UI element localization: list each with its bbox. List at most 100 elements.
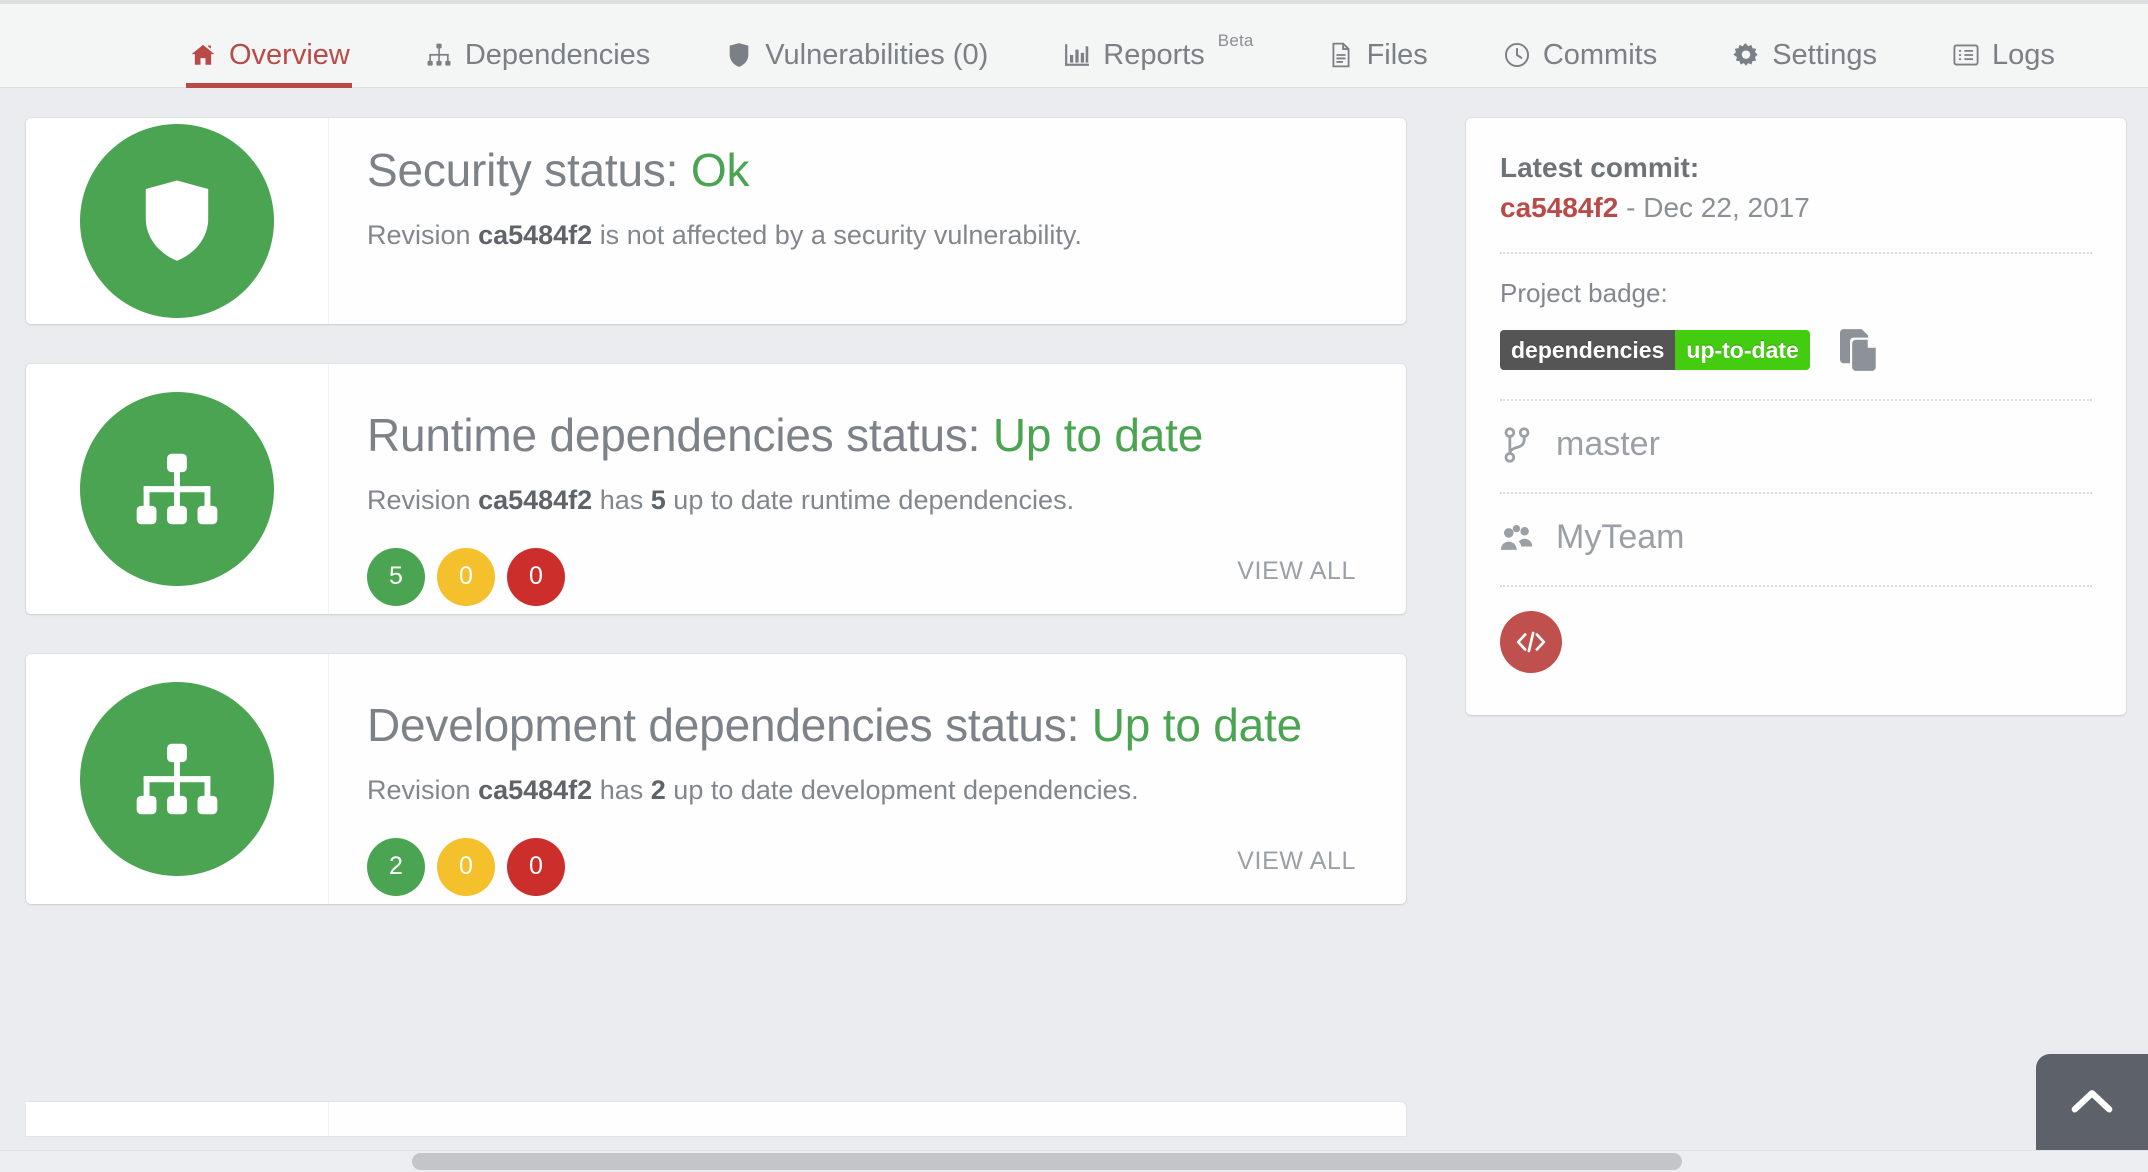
- tab-logs[interactable]: Logs: [1951, 4, 2055, 88]
- runtime-counter-group: 5 0 0: [367, 547, 1352, 606]
- branch-row[interactable]: master: [1500, 425, 2092, 464]
- development-dependencies-card: Development dependencies status: Up to d…: [26, 654, 1406, 904]
- tab-label: Settings: [1772, 38, 1877, 71]
- counter-unsupported[interactable]: 0: [507, 547, 565, 606]
- divider: [1500, 585, 2092, 587]
- commit-date-separator: -: [1618, 192, 1644, 223]
- tab-settings[interactable]: Settings: [1731, 4, 1877, 88]
- card-icon-area: [26, 118, 329, 324]
- development-title-prefix: Development dependencies status:: [367, 699, 1080, 751]
- file-text-icon: [1326, 42, 1356, 68]
- code-branch-icon: [1500, 426, 1534, 463]
- commit-hash-link[interactable]: ca5484f2: [1500, 192, 1618, 223]
- card-icon-area: [26, 654, 329, 904]
- card-body: Security status: Ok Revision ca5484f2 is…: [329, 118, 1406, 324]
- desc-prefix: Revision: [367, 484, 471, 515]
- chevron-up-icon: [2071, 1090, 2113, 1113]
- tab-commits[interactable]: Commits: [1502, 4, 1657, 88]
- beta-badge: Beta: [1217, 31, 1254, 50]
- development-status-value: Up to date: [1091, 699, 1303, 751]
- security-status-description: Revision ca5484f2 is not affected by a s…: [367, 220, 1352, 251]
- tab-vulnerabilities[interactable]: Vulnerabilities (0): [724, 4, 988, 88]
- tab-files[interactable]: Files: [1326, 4, 1428, 88]
- runtime-status-badge: [80, 392, 274, 586]
- next-card-partial: [26, 1102, 1406, 1136]
- revision-hash: ca5484f2: [478, 219, 593, 250]
- divider: [1500, 399, 2092, 401]
- tab-label: Overview: [229, 38, 350, 71]
- runtime-status-description: Revision ca5484f2 has 5 up to date runti…: [367, 485, 1352, 516]
- divider: [1500, 492, 2092, 494]
- page-content: Security status: Ok Revision ca5484f2 is…: [0, 88, 2148, 1172]
- counter-outdated[interactable]: 0: [437, 837, 495, 896]
- scroll-to-top-button[interactable]: [2036, 1054, 2148, 1150]
- runtime-title-prefix: Runtime dependencies status:: [367, 409, 981, 461]
- security-status-value: Ok: [690, 144, 750, 197]
- badge-right-label: up-to-date: [1675, 330, 1810, 370]
- security-status-title: Security status: Ok: [367, 145, 1352, 196]
- main-column: Security status: Ok Revision ca5484f2 is…: [26, 118, 1406, 944]
- top-navigation-bar: Overview Dependencies Vulnerabilities (0…: [0, 0, 2148, 88]
- latest-commit-label: Latest commit:: [1500, 152, 1700, 183]
- project-info-card: Latest commit: ca5484f2 - Dec 22, 2017 P…: [1466, 118, 2126, 715]
- runtime-status-value: Up to date: [992, 409, 1204, 461]
- tab-reports[interactable]: Reports Beta: [1062, 4, 1254, 88]
- counter-up-to-date[interactable]: 2: [367, 837, 425, 896]
- development-status-description: Revision ca5484f2 has 2 up to date devel…: [367, 775, 1352, 806]
- shield-icon: [724, 42, 754, 68]
- users-icon: [1500, 523, 1534, 553]
- runtime-status-title: Runtime dependencies status: Up to date: [367, 410, 1352, 461]
- sitemap-icon: [424, 42, 454, 68]
- development-status-title: Development dependencies status: Up to d…: [367, 700, 1352, 751]
- counter-up-to-date[interactable]: 5: [367, 547, 425, 606]
- tab-label: Dependencies: [464, 38, 651, 71]
- tab-label: Files: [1366, 38, 1428, 71]
- tab-label: Commits: [1542, 38, 1658, 71]
- divider: [1500, 252, 2092, 254]
- runtime-view-all-link[interactable]: VIEW ALL: [1237, 557, 1356, 586]
- card-icon-area: [26, 1102, 329, 1136]
- card-body: Development dependencies status: Up to d…: [329, 654, 1406, 904]
- code-icon: [1516, 631, 1546, 653]
- desc-prefix: Revision: [367, 219, 471, 250]
- tab-overview[interactable]: Overview: [186, 4, 352, 88]
- development-counter-group: 2 0 0: [367, 837, 1352, 896]
- latest-commit-value: ca5484f2 - Dec 22, 2017: [1500, 192, 2092, 224]
- home-icon: [188, 42, 218, 68]
- security-title-prefix: Security status:: [367, 144, 679, 197]
- revision-hash: ca5484f2: [478, 484, 593, 515]
- bar-chart-icon: [1062, 42, 1092, 68]
- tab-dependencies[interactable]: Dependencies: [424, 4, 650, 88]
- tab-label: Reports: [1103, 38, 1205, 71]
- list-alt-icon: [1951, 43, 1981, 67]
- counter-unsupported[interactable]: 0: [507, 837, 565, 896]
- card-icon-area: [26, 364, 329, 614]
- project-badge-row: dependencies up-to-date: [1500, 329, 2092, 371]
- dependency-count: 5: [650, 484, 666, 515]
- gear-icon: [1731, 42, 1761, 68]
- branch-name: master: [1556, 425, 1660, 463]
- copy-icon[interactable]: [1839, 329, 1878, 371]
- desc-suffix: up to date development dependencies.: [673, 774, 1139, 805]
- development-view-all-link[interactable]: VIEW ALL: [1237, 847, 1356, 876]
- project-badge[interactable]: dependencies up-to-date: [1500, 330, 1810, 370]
- project-badge-label: Project badge:: [1500, 278, 1668, 308]
- code-snippet-button[interactable]: [1500, 611, 1562, 673]
- sitemap-icon: [136, 453, 218, 525]
- desc-suffix: is not affected by a security vulnerabil…: [599, 219, 1082, 250]
- development-status-badge: [80, 682, 274, 876]
- horizontal-scrollbar-thumb[interactable]: [412, 1153, 1682, 1170]
- counter-outdated[interactable]: 0: [437, 547, 495, 606]
- dependency-count: 2: [650, 774, 666, 805]
- security-status-card: Security status: Ok Revision ca5484f2 is…: [26, 118, 1406, 324]
- shield-icon: [145, 180, 209, 261]
- badge-left-label: dependencies: [1500, 330, 1676, 370]
- revision-hash: ca5484f2: [478, 774, 593, 805]
- horizontal-scrollbar[interactable]: [0, 1150, 2148, 1172]
- team-row[interactable]: MyTeam: [1500, 518, 2092, 557]
- security-status-badge: [80, 124, 274, 318]
- tab-label: Vulnerabilities (0): [765, 38, 989, 71]
- card-body: Runtime dependencies status: Up to date …: [329, 364, 1406, 614]
- desc-prefix: Revision: [367, 774, 471, 805]
- team-name: MyTeam: [1556, 518, 1685, 556]
